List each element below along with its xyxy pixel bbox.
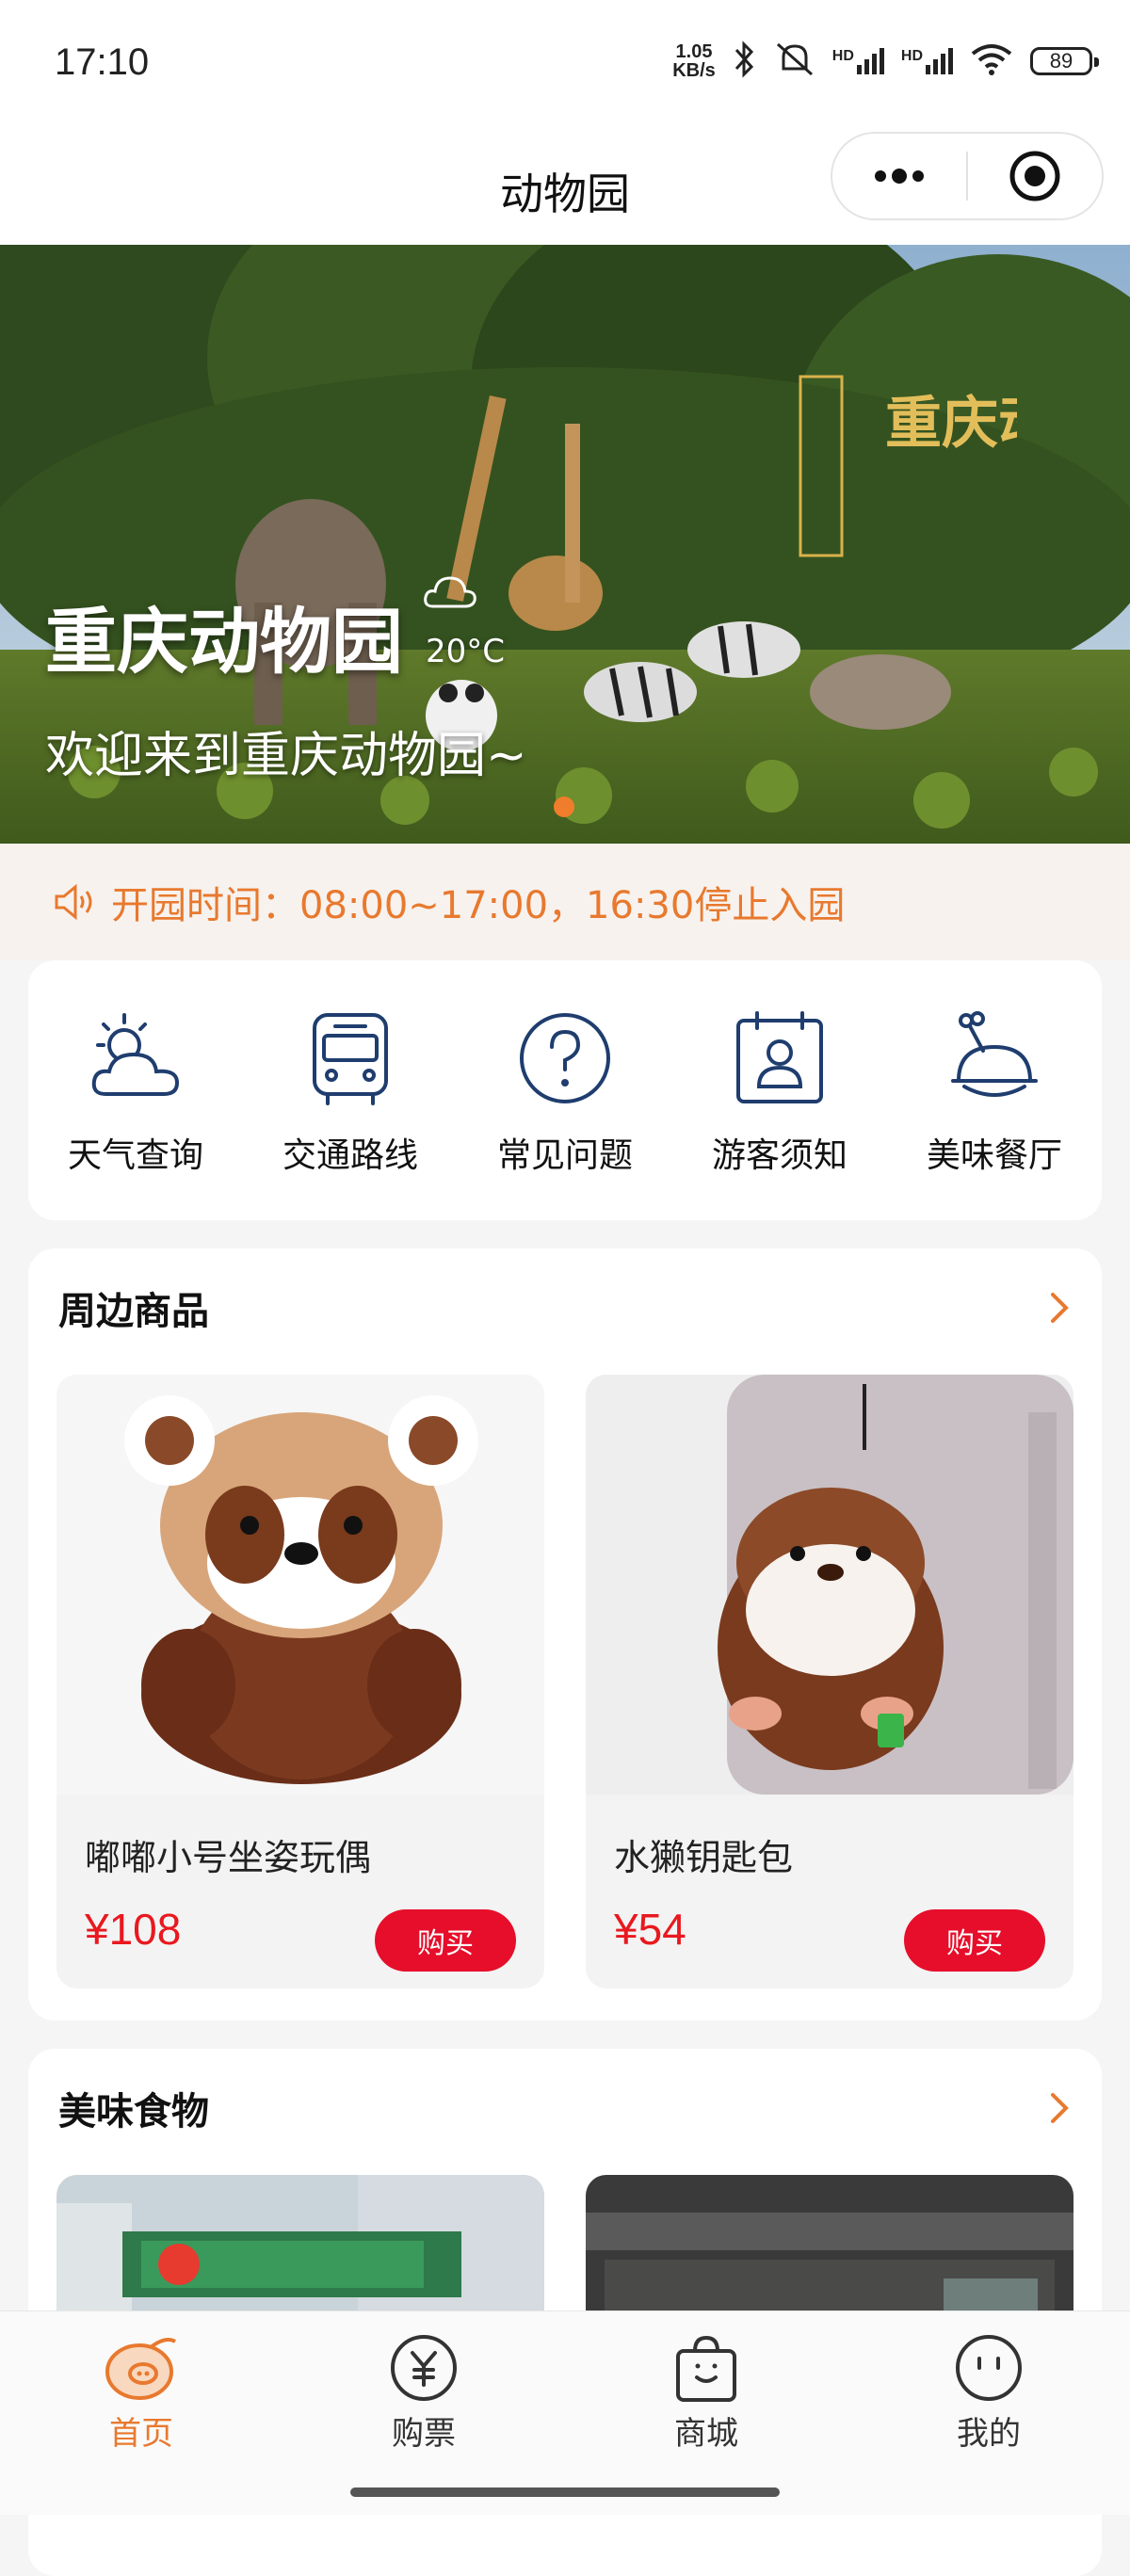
quick-link-label: 常见问题	[496, 1136, 633, 1175]
chevron-right-icon[interactable]	[1049, 1291, 1072, 1325]
profile-icon	[956, 2335, 1022, 2401]
shopping-bag-icon	[676, 2335, 736, 2402]
weather-icon	[91, 1013, 180, 1096]
food-section-header[interactable]: 美味食物	[58, 2049, 1072, 2167]
section-title: 美味食物	[58, 2090, 209, 2133]
battery-level: 89	[1049, 49, 1074, 72]
goods-item[interactable]: 水獭钥匙包 ¥54 购买	[586, 1375, 1074, 1988]
target-close-icon	[1009, 151, 1060, 201]
tab-label: 商城	[674, 2415, 738, 2453]
quick-link-label: 游客须知	[711, 1136, 848, 1175]
carousel-indicator-dot[interactable]	[554, 797, 574, 817]
goods-name: 水獭钥匙包	[614, 1837, 794, 1878]
tab-home[interactable]: 首页	[0, 2334, 282, 2454]
home-icon	[105, 2338, 177, 2400]
banner-title: 重庆动物园	[45, 600, 403, 684]
tab-label: 购票	[392, 2415, 456, 2453]
wifi-icon	[970, 42, 1013, 80]
battery-indicator: 89	[1030, 47, 1099, 75]
banner-temperature: 20°C	[426, 633, 506, 670]
tab-mall[interactable]: 商城	[565, 2334, 848, 2454]
cloud-weather-icon	[424, 576, 476, 608]
banner-subtitle: 欢迎来到重庆动物园~	[45, 728, 527, 784]
close-mini-program-button[interactable]	[968, 134, 1102, 218]
restaurant-icon	[951, 1011, 1038, 1097]
buy-button[interactable]: 购买	[904, 1909, 1045, 1972]
red-panda-plush-image	[56, 1375, 544, 1795]
ticket-yen-icon	[391, 2335, 457, 2401]
net-speed: 1.05 KB/s	[672, 42, 716, 80]
notice-text: 开园时间：08:00~17:00，16:30停止入园	[111, 884, 846, 927]
quick-link-transport[interactable]: 交通路线	[243, 960, 458, 1220]
signal-hd-label-2: HD	[900, 48, 923, 64]
mini-program-capsule	[831, 132, 1104, 220]
otter-keychain-image	[586, 1375, 1074, 1795]
speaker-icon	[55, 883, 92, 921]
signal-hd-label: HD	[831, 48, 854, 64]
signal-icon-1: HD	[832, 48, 884, 74]
chevron-right-icon[interactable]	[1049, 2091, 1072, 2125]
tab-label: 我的	[957, 2415, 1021, 2453]
status-time: 17:10	[55, 41, 150, 83]
tab-tickets[interactable]: 购票	[282, 2334, 565, 2454]
goods-section: 周边商品 嘟嘟小号坐姿玩偶 ¥108 购买 水獭钥匙包 ¥54 购买	[28, 1248, 1102, 2021]
mute-icon	[774, 40, 815, 82]
status-bar: 17:10 1.05 KB/s HD HD 89	[0, 0, 1130, 132]
quick-link-label: 美味餐厅	[926, 1136, 1062, 1175]
status-icons: 1.05 KB/s HD HD 89	[672, 38, 1099, 85]
quick-link-restaurant[interactable]: 美味餐厅	[887, 960, 1102, 1220]
goods-name: 嘟嘟小号坐姿玩偶	[85, 1837, 372, 1878]
net-speed-value: 1.05	[675, 41, 713, 62]
tab-label: 首页	[109, 2415, 173, 2453]
tab-profile[interactable]: 我的	[848, 2334, 1130, 2454]
bluetooth-icon	[733, 40, 757, 82]
section-title: 周边商品	[58, 1290, 209, 1333]
quick-link-visitor-notice[interactable]: 游客须知	[672, 960, 887, 1220]
bottom-tab-bar: 首页 购票 商城 我的	[0, 2310, 1130, 2515]
visitor-notice-icon	[736, 1011, 823, 1103]
bus-icon	[313, 1013, 388, 1105]
quick-link-label: 交通路线	[282, 1136, 418, 1175]
net-speed-unit: KB/s	[672, 60, 716, 81]
nav-bar: 动物园	[0, 132, 1130, 245]
goods-section-header[interactable]: 周边商品	[58, 1248, 1072, 1367]
quick-links-card: 天气查询 交通路线 常见问题 游客须知 美味餐厅	[28, 960, 1102, 1220]
opening-hours-notice: 开园时间：08:00~17:00，16:30停止入园	[0, 844, 1130, 960]
banner-carousel[interactable]: 重庆动物园 重庆动物园 20°C 欢迎来到重庆动物园~	[0, 245, 1130, 844]
logo-text: 重庆动物园	[885, 391, 1017, 457]
goods-price: ¥108	[85, 1905, 182, 1954]
quick-link-faq[interactable]: 常见问题	[458, 960, 672, 1220]
buy-button[interactable]: 购买	[375, 1909, 516, 1972]
home-indicator[interactable]	[350, 2487, 780, 2497]
zoo-logo-calligraphy: 重庆动物园	[799, 375, 1017, 557]
more-button[interactable]	[832, 134, 966, 218]
goods-price: ¥54	[614, 1905, 686, 1954]
question-icon	[520, 1013, 610, 1103]
more-dots-icon	[875, 169, 924, 184]
quick-link-label: 天气查询	[67, 1136, 203, 1175]
signal-icon-2: HD	[901, 48, 953, 74]
goods-item[interactable]: 嘟嘟小号坐姿玩偶 ¥108 购买	[56, 1375, 544, 1988]
quick-link-weather[interactable]: 天气查询	[28, 960, 243, 1220]
